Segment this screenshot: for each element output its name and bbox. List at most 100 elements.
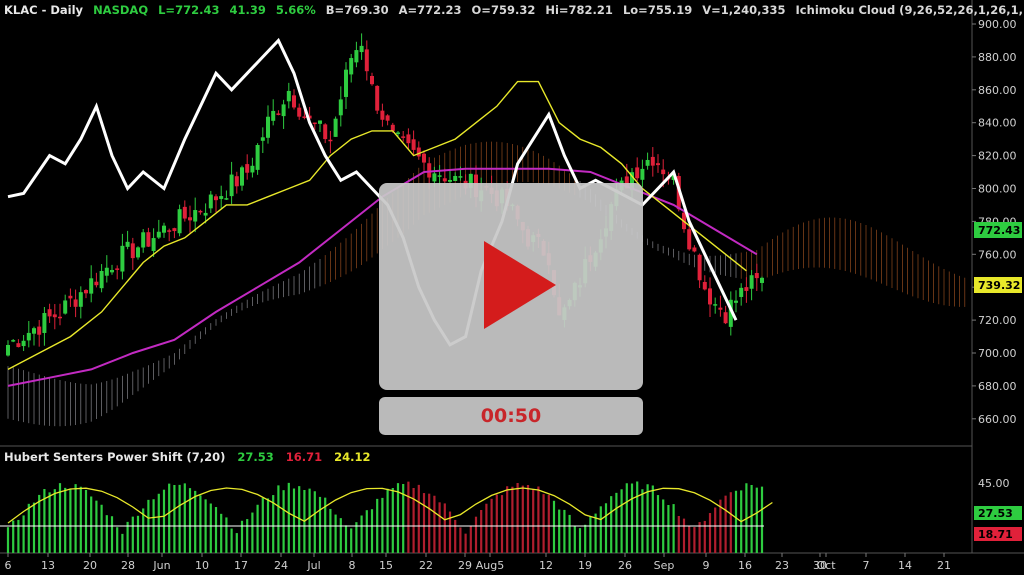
candle-body — [292, 95, 296, 108]
header-bid: B=769.30 — [326, 3, 389, 17]
candle-body — [448, 179, 452, 182]
candle-body — [188, 217, 192, 221]
candle-body — [411, 139, 416, 150]
candle-body — [11, 340, 16, 342]
date-tick: 14 — [898, 559, 912, 572]
candle-body — [89, 278, 94, 294]
candle-body — [136, 247, 140, 258]
candle-body — [661, 169, 666, 175]
candle-body — [229, 174, 234, 197]
candle-body — [99, 271, 104, 289]
date-tick: Jun — [152, 559, 170, 572]
video-play-overlay[interactable] — [379, 183, 643, 390]
candle-body — [84, 289, 88, 294]
indicator-title: Hubert Senters Power Shift (7,20) — [4, 450, 225, 464]
indicator-axis-tick: 45.00 — [978, 477, 1010, 490]
candle-body — [656, 163, 660, 166]
candle-body — [744, 287, 749, 291]
candle-body — [427, 163, 432, 178]
candle-body — [240, 167, 244, 186]
candle-body — [333, 118, 338, 137]
candle-body — [645, 159, 650, 166]
video-timer: 00:50 — [379, 397, 643, 435]
candle-body — [375, 85, 380, 111]
candle-body — [723, 312, 728, 324]
candle-body — [167, 230, 172, 232]
candle-body — [224, 198, 229, 200]
candle-body — [276, 113, 281, 115]
header-volume: V=1,240,335 — [702, 3, 785, 17]
candle-body — [702, 281, 707, 290]
candle-body — [130, 243, 135, 259]
candle-body — [141, 232, 146, 248]
date-tick: Oct — [816, 559, 836, 572]
candle-body — [364, 49, 369, 72]
candle-body — [37, 326, 42, 335]
header-exchange: NASDAQ — [93, 3, 148, 17]
candle-body — [640, 168, 645, 180]
price-axis: 900.00880.00860.00840.00820.00800.00780.… — [972, 18, 1017, 426]
candle-body — [359, 45, 364, 53]
candle-body — [94, 281, 99, 286]
candle-body — [63, 300, 68, 314]
candle-body — [344, 69, 348, 97]
candle-body — [297, 107, 302, 117]
price-tick: 860.00 — [978, 84, 1017, 97]
date-tick: Aug5 — [476, 559, 504, 572]
price-tick: 900.00 — [978, 18, 1017, 31]
play-icon[interactable] — [484, 241, 556, 329]
candle-body — [6, 344, 10, 356]
candle-body — [390, 124, 395, 131]
candle-body — [432, 173, 437, 182]
candle-body — [635, 167, 640, 179]
candle-body — [146, 232, 151, 247]
candle-body — [234, 176, 239, 187]
candle-body — [198, 210, 203, 213]
price-tick: 700.00 — [978, 347, 1017, 360]
candle-body — [250, 165, 255, 173]
candle-body — [338, 99, 343, 116]
date-tick: Sep — [654, 559, 675, 572]
date-tick: 8 — [349, 559, 356, 572]
date-tick: 15 — [379, 559, 393, 572]
header-indicator: Ichimoku Cloud (9,26,52,26,1,26,1,1,1,5,… — [796, 3, 1024, 17]
candle-body — [21, 340, 26, 347]
candle-body — [370, 75, 374, 85]
candle-body — [354, 50, 359, 63]
candle-body — [115, 268, 120, 270]
candle-body — [156, 231, 161, 238]
candle-body — [302, 116, 307, 118]
header-change-pct: 5.66% — [276, 3, 316, 17]
candle-body — [26, 332, 31, 341]
candle-body — [739, 287, 744, 297]
last-price-badge-text: 772.43 — [978, 224, 1020, 237]
price-tick: 840.00 — [978, 117, 1017, 130]
candle-body — [718, 307, 723, 310]
candle-body — [401, 136, 406, 138]
date-tick: 28 — [121, 559, 135, 572]
candle-body — [442, 178, 447, 182]
header-change: 41.39 — [229, 3, 265, 17]
date-axis: 6 13 20 28 Jun 10 17 24 Jul 8 15 22 29 Aug5 12 19 26 Sep 9… — [5, 553, 951, 572]
indicator-title-line: Hubert Senters Power Shift (7,20) 27.53 … — [4, 450, 371, 464]
date-tick: 12 — [539, 559, 553, 572]
price-tick: 680.00 — [978, 380, 1017, 393]
header-low: Lo=755.19 — [623, 3, 692, 17]
date-tick: 9 — [703, 559, 710, 572]
candle-body — [177, 209, 182, 234]
candle-body — [110, 269, 114, 273]
date-tick: 23 — [775, 559, 789, 572]
date-tick: 24 — [274, 559, 288, 572]
candle-body — [396, 132, 400, 134]
date-tick: 16 — [738, 559, 752, 572]
header-high: Hi=782.21 — [545, 3, 613, 17]
candle-body — [713, 304, 718, 306]
candle-body — [162, 225, 166, 233]
candle-body — [182, 206, 187, 219]
indicator-v2: 16.71 — [286, 450, 322, 464]
candle-body — [172, 228, 177, 232]
candle-body — [323, 124, 328, 140]
candle-body — [754, 273, 759, 279]
candle-body — [458, 176, 463, 178]
candle-body — [214, 196, 218, 201]
